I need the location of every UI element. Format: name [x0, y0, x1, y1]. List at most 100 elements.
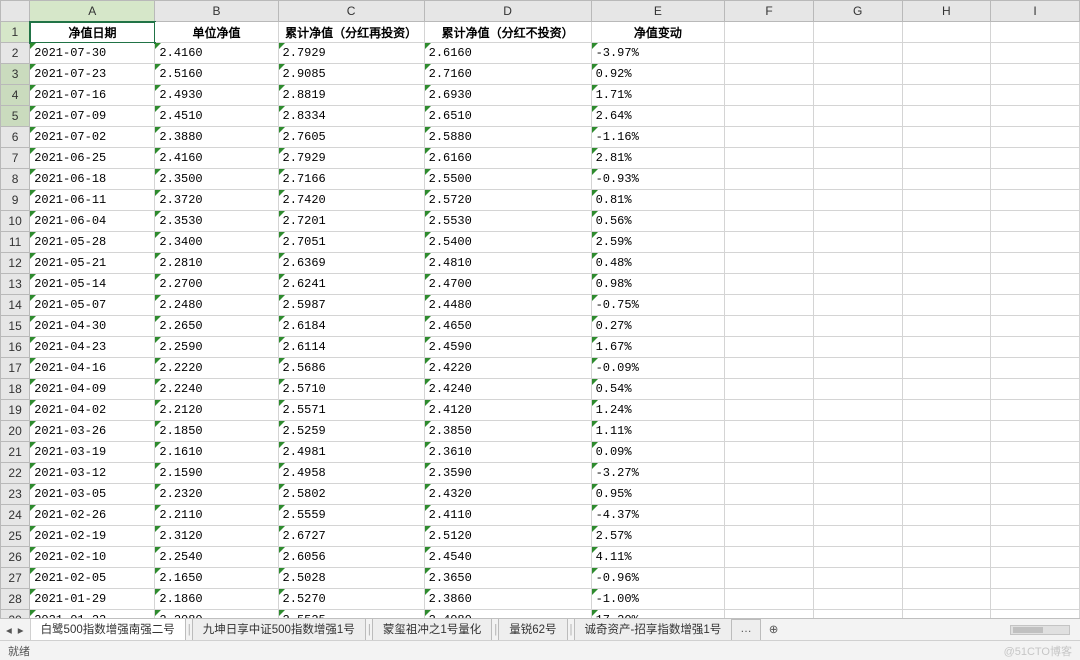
cell-D28[interactable]: 2.3860	[424, 589, 591, 610]
cell-B20[interactable]: 2.1850	[155, 421, 278, 442]
cell-F4[interactable]	[725, 85, 814, 106]
cell-C17[interactable]: 2.5686	[278, 358, 424, 379]
cell-F26[interactable]	[725, 547, 814, 568]
cell-G13[interactable]	[813, 274, 902, 295]
cell-B10[interactable]: 2.3530	[155, 211, 278, 232]
cell-I13[interactable]	[991, 274, 1080, 295]
cell-D9[interactable]: 2.5720	[424, 190, 591, 211]
cell-C3[interactable]: 2.9085	[278, 64, 424, 85]
cell-B14[interactable]: 2.2480	[155, 295, 278, 316]
cell-H17[interactable]	[902, 358, 991, 379]
cell-I25[interactable]	[991, 526, 1080, 547]
cell-H29[interactable]	[902, 610, 991, 619]
cell-D22[interactable]: 2.3590	[424, 463, 591, 484]
cell-E10[interactable]: 0.56%	[591, 211, 725, 232]
cell-F22[interactable]	[725, 463, 814, 484]
cell-D23[interactable]: 2.4320	[424, 484, 591, 505]
row-header-16[interactable]: 16	[1, 337, 30, 358]
cell-C22[interactable]: 2.4958	[278, 463, 424, 484]
row-header-21[interactable]: 21	[1, 442, 30, 463]
cell-E22[interactable]: -3.27%	[591, 463, 725, 484]
cell-C28[interactable]: 2.5270	[278, 589, 424, 610]
cell-G5[interactable]	[813, 106, 902, 127]
cell-A18[interactable]: 2021-04-09	[30, 379, 155, 400]
cell-A3[interactable]: 2021-07-23	[30, 64, 155, 85]
cell-H5[interactable]	[902, 106, 991, 127]
cell-A1[interactable]: 净值日期	[30, 22, 155, 43]
cell-C4[interactable]: 2.8819	[278, 85, 424, 106]
cell-G20[interactable]	[813, 421, 902, 442]
cell-E26[interactable]: 4.11%	[591, 547, 725, 568]
cell-H13[interactable]	[902, 274, 991, 295]
cell-H9[interactable]	[902, 190, 991, 211]
cell-C27[interactable]: 2.5028	[278, 568, 424, 589]
cell-A9[interactable]: 2021-06-11	[30, 190, 155, 211]
cell-H21[interactable]	[902, 442, 991, 463]
cell-H25[interactable]	[902, 526, 991, 547]
cell-C6[interactable]: 2.7605	[278, 127, 424, 148]
cell-B8[interactable]: 2.3500	[155, 169, 278, 190]
add-sheet-button[interactable]: ⊕	[761, 619, 787, 640]
col-header-E[interactable]: E	[591, 1, 725, 22]
cell-D24[interactable]: 2.4110	[424, 505, 591, 526]
cell-C21[interactable]: 2.4981	[278, 442, 424, 463]
spreadsheet-grid[interactable]: ABCDEFGHI 1净值日期单位净值累计净值（分红再投资）累计净值（分红不投资…	[0, 0, 1080, 618]
sheet-tab[interactable]: 九坤日享中证500指数增强1号	[192, 619, 366, 640]
cell-E27[interactable]: -0.96%	[591, 568, 725, 589]
cell-F25[interactable]	[725, 526, 814, 547]
hscroll-thumb[interactable]	[1013, 627, 1043, 633]
cell-I28[interactable]	[991, 589, 1080, 610]
cell-D4[interactable]: 2.6930	[424, 85, 591, 106]
cell-D12[interactable]: 2.4810	[424, 253, 591, 274]
cell-B7[interactable]: 2.4160	[155, 148, 278, 169]
cell-I26[interactable]	[991, 547, 1080, 568]
cell-D6[interactable]: 2.5880	[424, 127, 591, 148]
cell-G3[interactable]	[813, 64, 902, 85]
cell-B24[interactable]: 2.2110	[155, 505, 278, 526]
row-header-13[interactable]: 13	[1, 274, 30, 295]
cell-B22[interactable]: 2.1590	[155, 463, 278, 484]
cell-F19[interactable]	[725, 400, 814, 421]
cell-A16[interactable]: 2021-04-23	[30, 337, 155, 358]
col-header-H[interactable]: H	[902, 1, 991, 22]
cell-F10[interactable]	[725, 211, 814, 232]
cell-B26[interactable]: 2.2540	[155, 547, 278, 568]
cell-F3[interactable]	[725, 64, 814, 85]
cell-C15[interactable]: 2.6184	[278, 316, 424, 337]
cell-D11[interactable]: 2.5400	[424, 232, 591, 253]
cell-A7[interactable]: 2021-06-25	[30, 148, 155, 169]
cell-B3[interactable]: 2.5160	[155, 64, 278, 85]
cell-D20[interactable]: 2.3850	[424, 421, 591, 442]
cell-G16[interactable]	[813, 337, 902, 358]
cell-F11[interactable]	[725, 232, 814, 253]
cell-A26[interactable]: 2021-02-10	[30, 547, 155, 568]
cell-E13[interactable]: 0.98%	[591, 274, 725, 295]
cell-B13[interactable]: 2.2700	[155, 274, 278, 295]
cell-D2[interactable]: 2.6160	[424, 43, 591, 64]
cell-C25[interactable]: 2.6727	[278, 526, 424, 547]
cell-H23[interactable]	[902, 484, 991, 505]
cell-D1[interactable]: 累计净值（分红不投资）	[424, 22, 591, 43]
cell-I20[interactable]	[991, 421, 1080, 442]
row-header-7[interactable]: 7	[1, 148, 30, 169]
row-header-8[interactable]: 8	[1, 169, 30, 190]
cell-A19[interactable]: 2021-04-02	[30, 400, 155, 421]
row-header-17[interactable]: 17	[1, 358, 30, 379]
cell-A6[interactable]: 2021-07-02	[30, 127, 155, 148]
cell-B18[interactable]: 2.2240	[155, 379, 278, 400]
row-header-4[interactable]: 4	[1, 85, 30, 106]
cell-H28[interactable]	[902, 589, 991, 610]
cell-A27[interactable]: 2021-02-05	[30, 568, 155, 589]
cell-D14[interactable]: 2.4480	[424, 295, 591, 316]
cell-C26[interactable]: 2.6056	[278, 547, 424, 568]
col-header-B[interactable]: B	[155, 1, 278, 22]
cell-B9[interactable]: 2.3720	[155, 190, 278, 211]
row-header-5[interactable]: 5	[1, 106, 30, 127]
cell-E11[interactable]: 2.59%	[591, 232, 725, 253]
cell-B28[interactable]: 2.1860	[155, 589, 278, 610]
cell-E8[interactable]: -0.93%	[591, 169, 725, 190]
cell-A14[interactable]: 2021-05-07	[30, 295, 155, 316]
cell-E24[interactable]: -4.37%	[591, 505, 725, 526]
cell-I24[interactable]	[991, 505, 1080, 526]
cell-D27[interactable]: 2.3650	[424, 568, 591, 589]
